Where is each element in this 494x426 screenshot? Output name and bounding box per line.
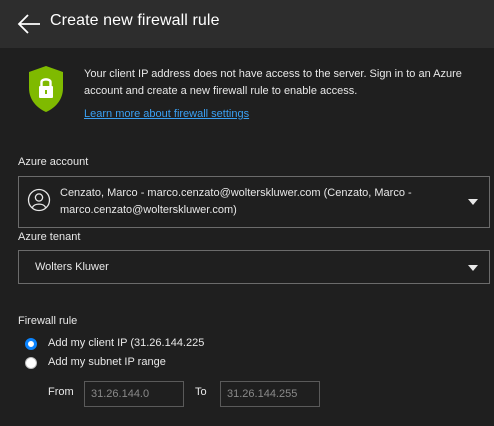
chevron-down-icon xyxy=(468,265,478,271)
to-ip-field[interactable] xyxy=(220,381,320,407)
azure-account-value: Cenzato, Marco - marco.cenzato@wolterskl… xyxy=(60,187,412,216)
azure-tenant-label: Azure tenant xyxy=(18,231,81,243)
page-title: Create new firewall rule xyxy=(50,12,220,29)
azure-account-dropdown[interactable]: Cenzato, Marco - marco.cenzato@wolterskl… xyxy=(18,176,490,228)
from-ip-field[interactable] xyxy=(84,381,184,407)
arrow-left-icon xyxy=(17,14,40,34)
azure-account-label: Azure account xyxy=(18,156,89,168)
header-bar: Create new firewall rule xyxy=(0,0,494,48)
firewall-rule-label: Firewall rule xyxy=(18,315,78,327)
azure-tenant-dropdown[interactable]: Wolters Kluwer xyxy=(18,250,490,284)
to-label: To xyxy=(195,386,207,398)
back-button[interactable] xyxy=(16,12,44,36)
client-ip-radio-label[interactable]: Add my client IP (31.26.144.225 xyxy=(48,337,204,349)
learn-more-link[interactable]: Learn more about firewall settings xyxy=(84,108,249,120)
azure-tenant-value: Wolters Kluwer xyxy=(35,261,109,273)
subnet-range-radio[interactable] xyxy=(25,357,37,369)
from-label: From xyxy=(48,386,74,398)
user-circle-icon xyxy=(27,188,51,212)
subnet-range-radio-label[interactable]: Add my subnet IP range xyxy=(48,356,166,368)
access-message: Your client IP address does not have acc… xyxy=(84,68,462,97)
shield-lock-icon xyxy=(26,64,66,114)
chevron-down-icon xyxy=(468,199,478,205)
client-ip-radio[interactable] xyxy=(25,338,37,350)
